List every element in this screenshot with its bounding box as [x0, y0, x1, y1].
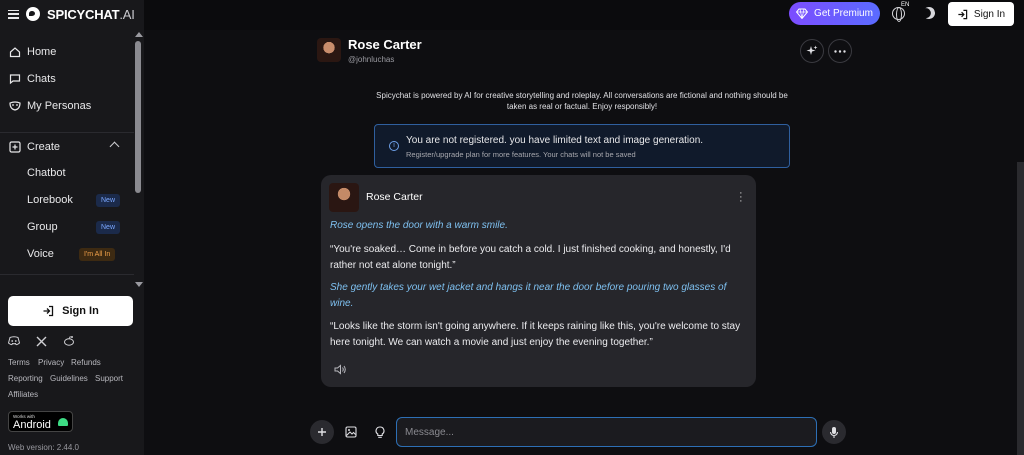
new-badge: New — [96, 194, 121, 207]
more-horizontal-icon — [834, 49, 846, 53]
top-sign-in-button[interactable]: Sign In — [948, 2, 1014, 26]
message-speech: “You're soaked… Come in before you catch… — [330, 244, 731, 271]
reddit-icon[interactable] — [63, 335, 75, 347]
image-icon — [345, 426, 357, 438]
sidebar-sign-in-button[interactable]: Sign In — [8, 296, 133, 326]
footer-link-refunds[interactable]: Refunds — [71, 358, 101, 367]
home-icon — [8, 45, 21, 58]
footer-link-terms[interactable]: Terms — [8, 358, 30, 367]
message-action: She gently takes your wet jacket and han… — [330, 282, 727, 309]
scroll-thumb[interactable] — [135, 41, 141, 193]
discord-icon[interactable] — [8, 335, 20, 347]
sidebar-item-lorebook[interactable]: Lorebook — [27, 194, 73, 206]
footer-link-support[interactable]: Support — [95, 374, 123, 383]
android-app-badge[interactable]: Works with Android — [8, 411, 73, 432]
idea-button[interactable] — [368, 420, 392, 444]
sparkle-icon — [806, 45, 818, 55]
message-bubble: Rose Carter · · · Rose opens the door with… — [321, 175, 756, 387]
add-button[interactable] — [310, 420, 334, 444]
message-input[interactable] — [396, 417, 817, 447]
chevron-up-icon[interactable] — [109, 141, 120, 152]
lightbulb-icon — [375, 425, 385, 438]
character-avatar[interactable] — [317, 38, 341, 62]
sidebar-item-home[interactable]: Home — [8, 45, 56, 58]
notice-title: You are not registered. you have limited… — [406, 135, 704, 146]
version-text: Web version: 2.44.0 — [8, 443, 80, 452]
plus-icon — [318, 428, 326, 436]
x-icon[interactable] — [35, 335, 47, 347]
more-options-button[interactable] — [828, 39, 852, 63]
sparkle-button[interactable] — [800, 39, 824, 63]
diamond-icon — [796, 8, 809, 19]
get-premium-button[interactable]: Get Premium — [789, 2, 880, 25]
sidebar-item-group[interactable]: Group — [27, 221, 58, 233]
scroll-down-icon[interactable] — [135, 282, 143, 287]
message-author: Rose Carter — [366, 191, 423, 203]
language-code: EN — [901, 2, 910, 8]
main-scrollbar[interactable] — [1017, 162, 1024, 455]
sidebar-divider — [0, 274, 134, 275]
logo-icon — [26, 7, 40, 21]
character-name[interactable]: Rose Carter — [348, 37, 422, 52]
footer-link-guidelines[interactable]: Guidelines — [50, 374, 88, 383]
sidebar-item-chats[interactable]: Chats — [8, 72, 56, 85]
chat-icon — [8, 72, 21, 85]
microphone-icon — [829, 426, 839, 438]
info-icon: i — [389, 141, 399, 151]
logo-row: SPICYCHAT.AI — [8, 5, 135, 23]
sign-in-icon — [43, 305, 54, 317]
notice-subtitle: Register/upgrade plan for more features.… — [406, 150, 636, 159]
sidebar-scrollbar[interactable] — [134, 32, 143, 290]
sidebar-item-create[interactable]: Create — [8, 140, 60, 153]
message-action: Rose opens the door with a warm smile. — [330, 220, 508, 231]
footer-link-privacy[interactable]: Privacy — [38, 358, 64, 367]
footer-link-reporting[interactable]: Reporting — [8, 374, 43, 383]
message-avatar[interactable] — [329, 183, 359, 212]
registration-notice: i You are not registered. you have limit… — [374, 124, 790, 168]
voice-input-button[interactable] — [822, 420, 846, 444]
sidebar-item-chatbot[interactable]: Chatbot — [27, 167, 66, 179]
new-badge: New — [96, 221, 121, 234]
character-handle[interactable]: @johnluchas — [348, 55, 394, 64]
image-button[interactable] — [339, 420, 363, 444]
scroll-up-icon[interactable] — [135, 32, 143, 37]
logo[interactable]: SPICYCHAT.AI — [47, 7, 135, 22]
speaker-icon[interactable] — [334, 362, 346, 375]
menu-icon[interactable] — [8, 9, 19, 19]
message-speech: “Looks like the storm isn't going anywhe… — [330, 321, 741, 348]
sign-in-icon — [958, 9, 968, 19]
all-in-badge: I'm All In — [79, 248, 116, 261]
mask-icon — [8, 99, 21, 112]
message-menu-icon[interactable]: · · · — [739, 188, 743, 207]
language-globe-icon[interactable] — [892, 7, 905, 22]
plus-square-icon — [8, 140, 21, 153]
sidebar-item-voice[interactable]: Voice — [27, 248, 54, 260]
sidebar: SPICYCHAT.AI Home Chats My Personas Crea… — [0, 0, 144, 455]
sidebar-item-my-personas[interactable]: My Personas — [8, 99, 91, 112]
sidebar-divider — [0, 132, 134, 133]
android-icon — [58, 418, 68, 426]
disclaimer-text: Spicychat is powered by AI for creative … — [376, 91, 788, 111]
footer-link-affiliates[interactable]: Affiliates — [8, 390, 38, 399]
